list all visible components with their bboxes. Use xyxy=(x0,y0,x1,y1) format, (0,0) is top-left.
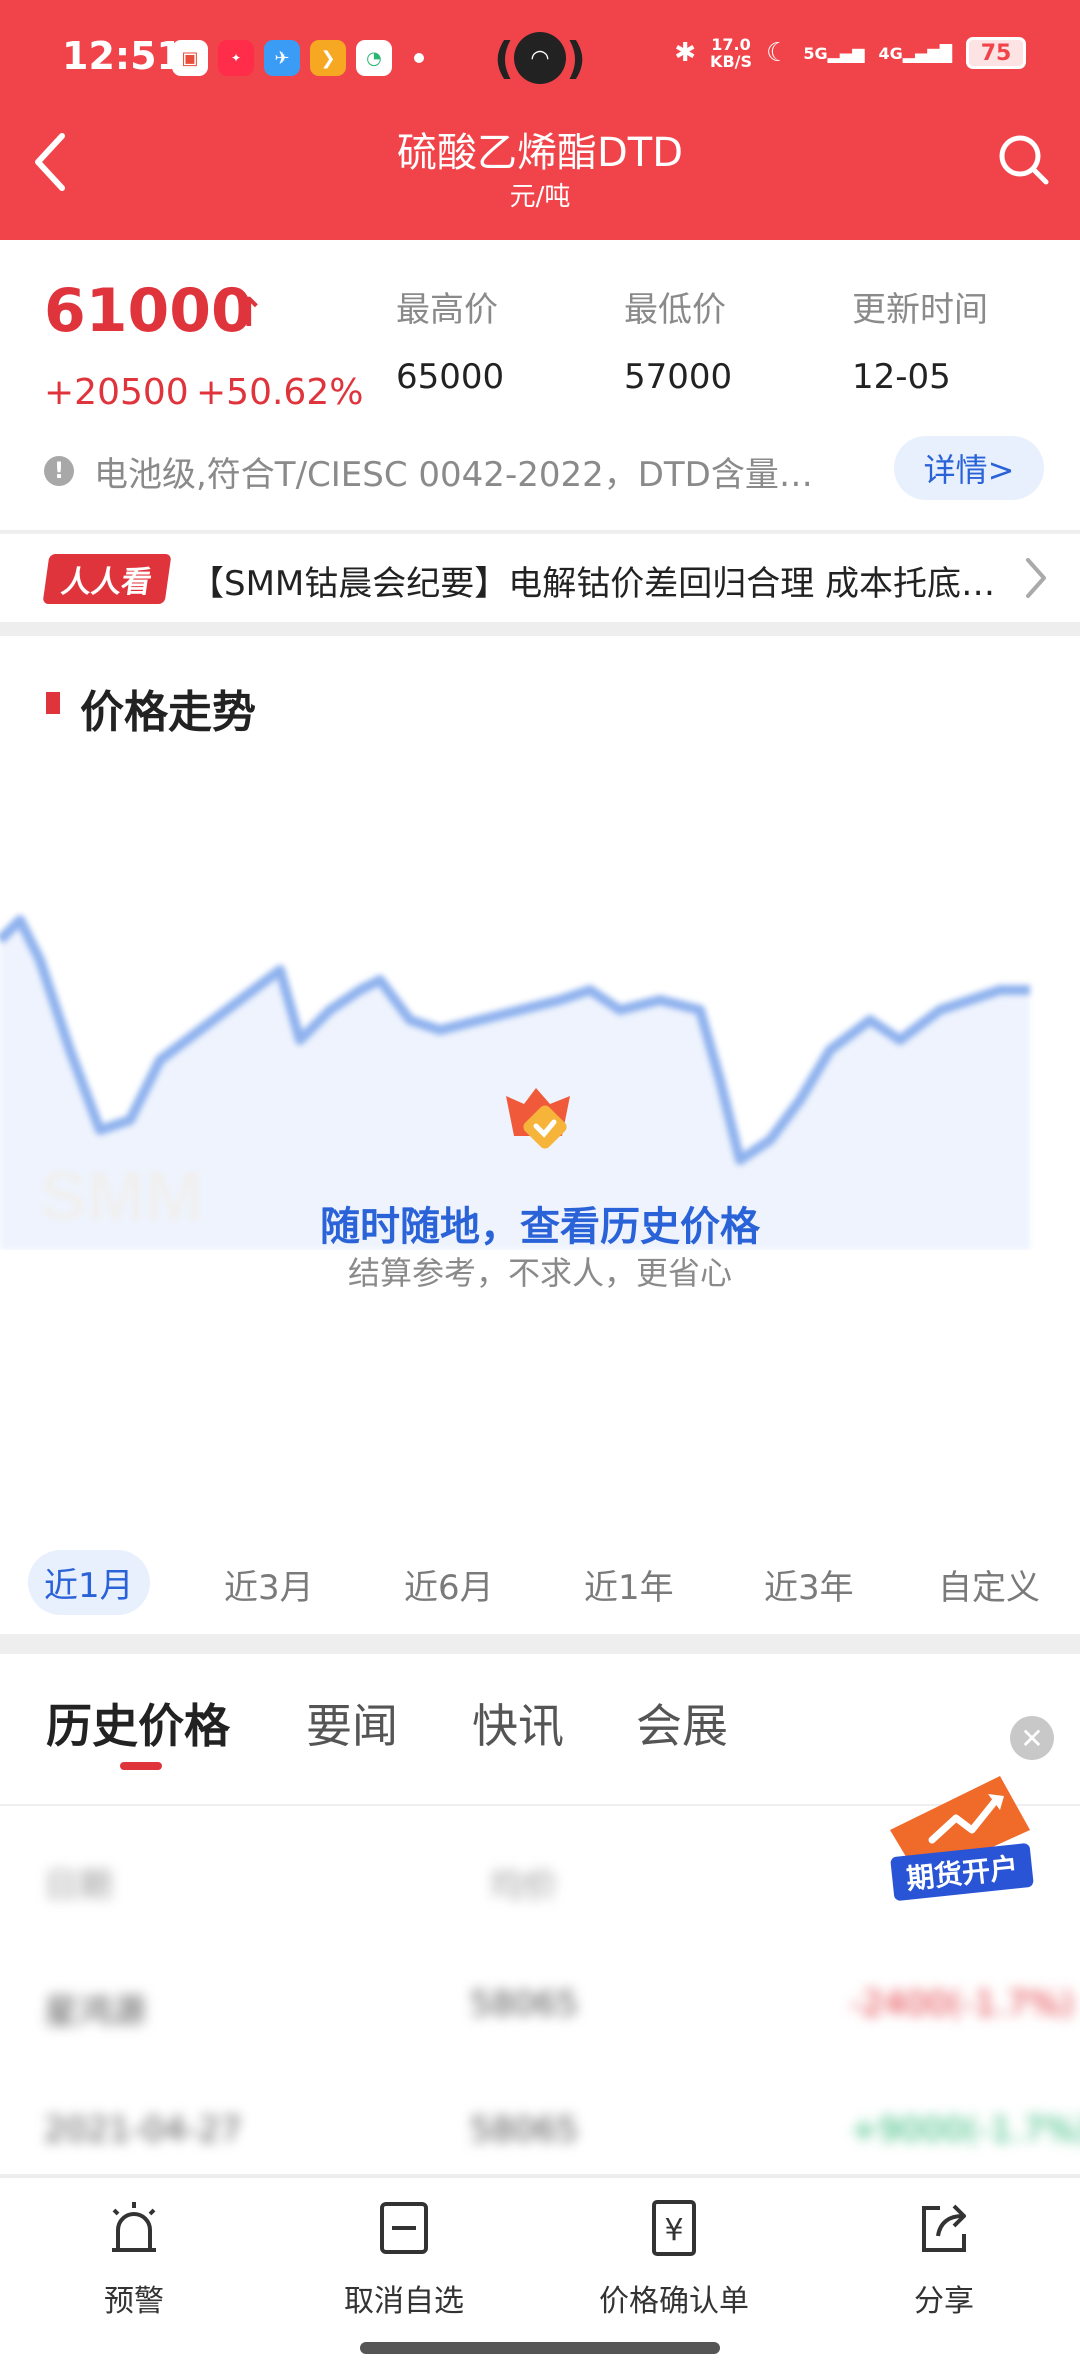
range-3m[interactable]: 近3月 xyxy=(224,1560,314,1609)
wifi-hotspot-icon: ◠ xyxy=(514,32,566,84)
paren-right-icon: ) xyxy=(566,32,587,84)
price-confirm-button[interactable]: ¥ 价格确认单 xyxy=(554,2198,794,2320)
tab-flash[interactable]: 快讯 xyxy=(472,1690,564,1756)
info-icon: ! xyxy=(44,456,74,486)
alert-button[interactable]: 预警 xyxy=(14,2198,254,2320)
more-notifications-dot-icon xyxy=(414,53,424,63)
app-notification-icon: ❯ xyxy=(310,40,346,76)
price-summary-card: 61000 ↑ +20500 +50.62% 最高价 65000 最低价 570… xyxy=(0,240,1080,530)
share-icon xyxy=(922,2204,966,2252)
network-speed: 17.0 KB/S xyxy=(710,35,753,71)
price-confirm-icon: ¥ xyxy=(652,2200,696,2256)
battery-icon: 75 xyxy=(966,37,1026,69)
range-3y[interactable]: 近3年 xyxy=(764,1560,854,1609)
home-indicator[interactable] xyxy=(360,2342,720,2354)
chevron-right-icon[interactable] xyxy=(1024,556,1048,600)
share-button[interactable]: 分享 xyxy=(824,2198,1064,2320)
bluetooth-icon: ✱ xyxy=(674,38,697,68)
page-title: 硫酸乙烯酯DTD xyxy=(396,130,684,176)
status-time: 12:51 xyxy=(62,34,183,78)
app-notification-icon: ✦ xyxy=(218,40,254,76)
status-right: ✱ 17.0 KB/S ☾ 5G▂▄▆ 4G▂▄▆█ 75 xyxy=(674,36,1026,70)
active-tab-indicator xyxy=(120,1762,162,1770)
close-icon[interactable]: ✕ xyxy=(1010,1716,1054,1760)
history-unlock-subtitle: 结算参考，不求人，更省心 xyxy=(347,1254,732,1292)
stat-update-time: 更新时间 12-05 xyxy=(852,290,988,397)
alarm-icon xyxy=(112,2202,156,2252)
stat-high: 最高价 65000 xyxy=(396,290,505,397)
details-button[interactable]: 详情> xyxy=(894,436,1044,500)
section-marker xyxy=(46,692,60,714)
search-icon[interactable] xyxy=(996,132,1052,188)
product-description-row: ! 电池级,符合T/CIESC 0042-2022，DTD含量至少99.9% 详… xyxy=(44,436,1044,506)
paren-left-icon: ( xyxy=(493,32,514,84)
moon-icon: ☾ xyxy=(766,38,790,68)
remove-watchlist-icon xyxy=(380,2202,428,2254)
content-tabs-section: 历史价格 要闻 快讯 会展 日期 均价 星鸿源 58065 -2400(-1.7… xyxy=(0,1654,1080,2174)
time-range-selector: 近1月 近3月 近6月 近1年 近3年 自定义 xyxy=(0,1534,1080,1634)
price-change-percent: +50.62% xyxy=(196,372,364,413)
price-change: +20500 xyxy=(44,372,189,413)
arrow-up-icon: ↑ xyxy=(232,290,266,336)
hotspot-indicator: ( ◠ ) xyxy=(492,26,588,90)
app-notification-icon: ▣ xyxy=(172,40,208,76)
svg-text:¥: ¥ xyxy=(664,2213,683,2248)
stat-low: 最低价 57000 xyxy=(624,290,733,397)
page-unit: 元/吨 xyxy=(509,182,571,212)
product-description: 电池级,符合T/CIESC 0042-2022，DTD含量至少99.9% xyxy=(94,454,814,495)
range-1m[interactable]: 近1月 xyxy=(28,1550,150,1615)
range-1y[interactable]: 近1年 xyxy=(584,1560,674,1609)
table-row: 星鸿源 58065 -2400(-1.7%) xyxy=(44,1984,1074,2032)
news-ticker[interactable]: 人人看 【SMM钴晨会纪要】电解钴价差回归合理 成本托底钴价 xyxy=(0,532,1080,622)
current-price: 61000 xyxy=(44,276,253,346)
table-row: 2021-04-27 58065 +9000(-1.7%) xyxy=(44,2110,1080,2150)
range-6m[interactable]: 近6月 xyxy=(404,1560,494,1609)
top-header: 12:51 ▣ ✦ ✈ ❯ ◔ ( ◠ ) ✱ 17.0 KB/S ☾ 5G▂▄… xyxy=(0,0,1080,240)
signal-4g: 4G▂▄▆█ xyxy=(878,43,952,63)
history-unlock-title[interactable]: 随时随地，查看历史价格 xyxy=(0,1194,1080,1252)
signal-5g: 5G▂▄▆ xyxy=(803,43,865,63)
ticker-headline[interactable]: 【SMM钴晨会纪要】电解钴价差回归合理 成本托底钴价 xyxy=(190,556,1000,605)
tab-news[interactable]: 要闻 xyxy=(306,1690,398,1756)
status-notification-icons: ▣ ✦ ✈ ❯ ◔ xyxy=(172,40,424,76)
range-custom[interactable]: 自定义 xyxy=(938,1560,1040,1609)
app-notification-icon: ◔ xyxy=(356,40,392,76)
tab-history-price[interactable]: 历史价格 xyxy=(46,1690,230,1756)
section-title: 价格走势 xyxy=(80,687,256,738)
hot-tag: 人人看 xyxy=(42,554,172,604)
remove-watchlist-button[interactable]: 取消自选 xyxy=(284,2198,524,2320)
tab-events[interactable]: 会展 xyxy=(636,1690,728,1756)
app-notification-icon: ✈ xyxy=(264,40,300,76)
price-trend-section: 价格走势 SMM 随时随地，查看历史价格 结算参考，不求人，更省心 近1月 近3… xyxy=(0,636,1080,1634)
history-price-logo-icon xyxy=(506,1088,570,1149)
